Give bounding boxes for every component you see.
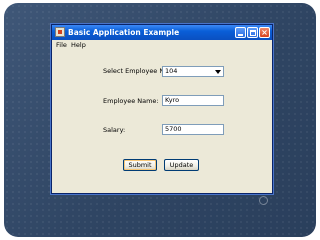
java-app-icon xyxy=(55,27,65,37)
salary-field[interactable]: 5700 xyxy=(162,124,224,135)
chevron-down-icon[interactable] xyxy=(213,67,223,76)
employee-name-field[interactable]: Kyro xyxy=(162,95,224,106)
close-icon: × xyxy=(261,28,268,37)
application-window: Basic Application Example × File Help Se… xyxy=(51,24,273,194)
title-bar[interactable]: Basic Application Example × xyxy=(52,25,272,40)
close-button[interactable]: × xyxy=(259,27,270,38)
employee-name-label: Employee Name: xyxy=(103,97,159,105)
menu-help[interactable]: Help xyxy=(71,40,86,51)
employee-no-selected: 104 xyxy=(165,67,178,75)
employee-no-combobox[interactable]: 104 xyxy=(162,66,224,77)
employee-no-label: Select Employee No: xyxy=(103,67,171,75)
maximize-icon xyxy=(250,30,256,36)
minimize-button[interactable] xyxy=(235,27,246,38)
maximize-button[interactable] xyxy=(247,27,258,38)
minimize-icon xyxy=(238,34,243,36)
window-title: Basic Application Example xyxy=(68,28,180,37)
menu-file[interactable]: File xyxy=(56,40,67,51)
slide-corner-circle xyxy=(259,196,268,205)
update-button[interactable]: Update xyxy=(164,159,199,171)
salary-label: Salary: xyxy=(103,126,126,134)
menu-bar: File Help xyxy=(52,40,272,51)
submit-button[interactable]: Submit xyxy=(123,159,157,171)
